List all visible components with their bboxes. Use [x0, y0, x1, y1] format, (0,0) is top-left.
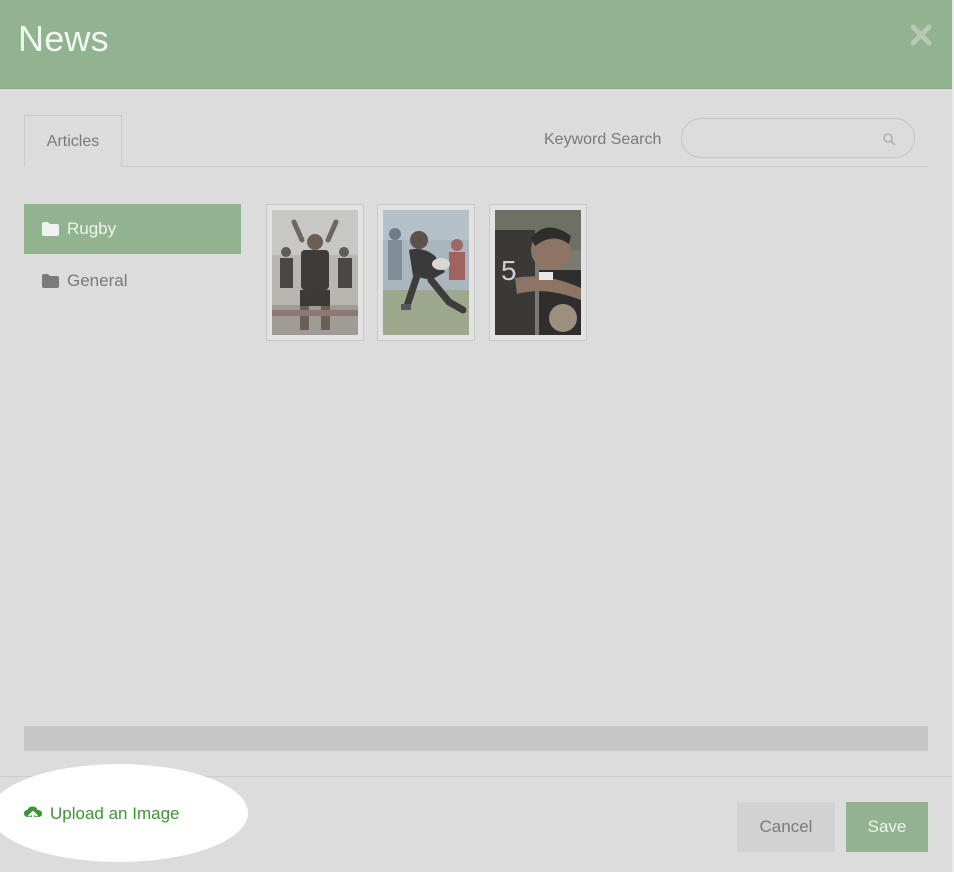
- search-icon: [883, 133, 896, 146]
- save-button[interactable]: Save: [846, 802, 928, 852]
- folder-item-rugby[interactable]: Rugby: [24, 204, 241, 254]
- cancel-button[interactable]: Cancel: [737, 802, 835, 852]
- tabs-divider: [24, 166, 928, 167]
- dialog-title: News: [18, 18, 109, 59]
- keyword-search-input[interactable]: [696, 127, 880, 151]
- rugby-photo-runner: [383, 210, 469, 335]
- image-thumbnail[interactable]: [377, 204, 475, 341]
- folder-item-general[interactable]: General: [24, 256, 241, 306]
- upload-image-label: Upload an Image: [50, 804, 180, 823]
- horizontal-scrollbar[interactable]: [24, 726, 928, 751]
- image-thumbnail[interactable]: 5: [489, 204, 587, 341]
- folder-label: General: [67, 271, 128, 290]
- cloud-upload-icon: [24, 806, 42, 822]
- rugby-photo-embrace: 5: [495, 210, 581, 335]
- folder-icon: [42, 222, 59, 236]
- image-thumbnail[interactable]: [266, 204, 364, 341]
- close-icon: [910, 24, 932, 46]
- close-button[interactable]: [908, 22, 934, 48]
- upload-image-link[interactable]: Upload an Image: [24, 804, 179, 824]
- dialog-header: News: [0, 0, 952, 89]
- svg-text:5: 5: [501, 255, 517, 286]
- keyword-search-box[interactable]: [681, 118, 915, 158]
- folder-label: Rugby: [67, 219, 117, 238]
- tab-articles[interactable]: Articles: [24, 115, 122, 167]
- rugby-photo-haka: [272, 210, 358, 335]
- folder-icon: [42, 274, 59, 288]
- keyword-search-label: Keyword Search: [544, 131, 662, 148]
